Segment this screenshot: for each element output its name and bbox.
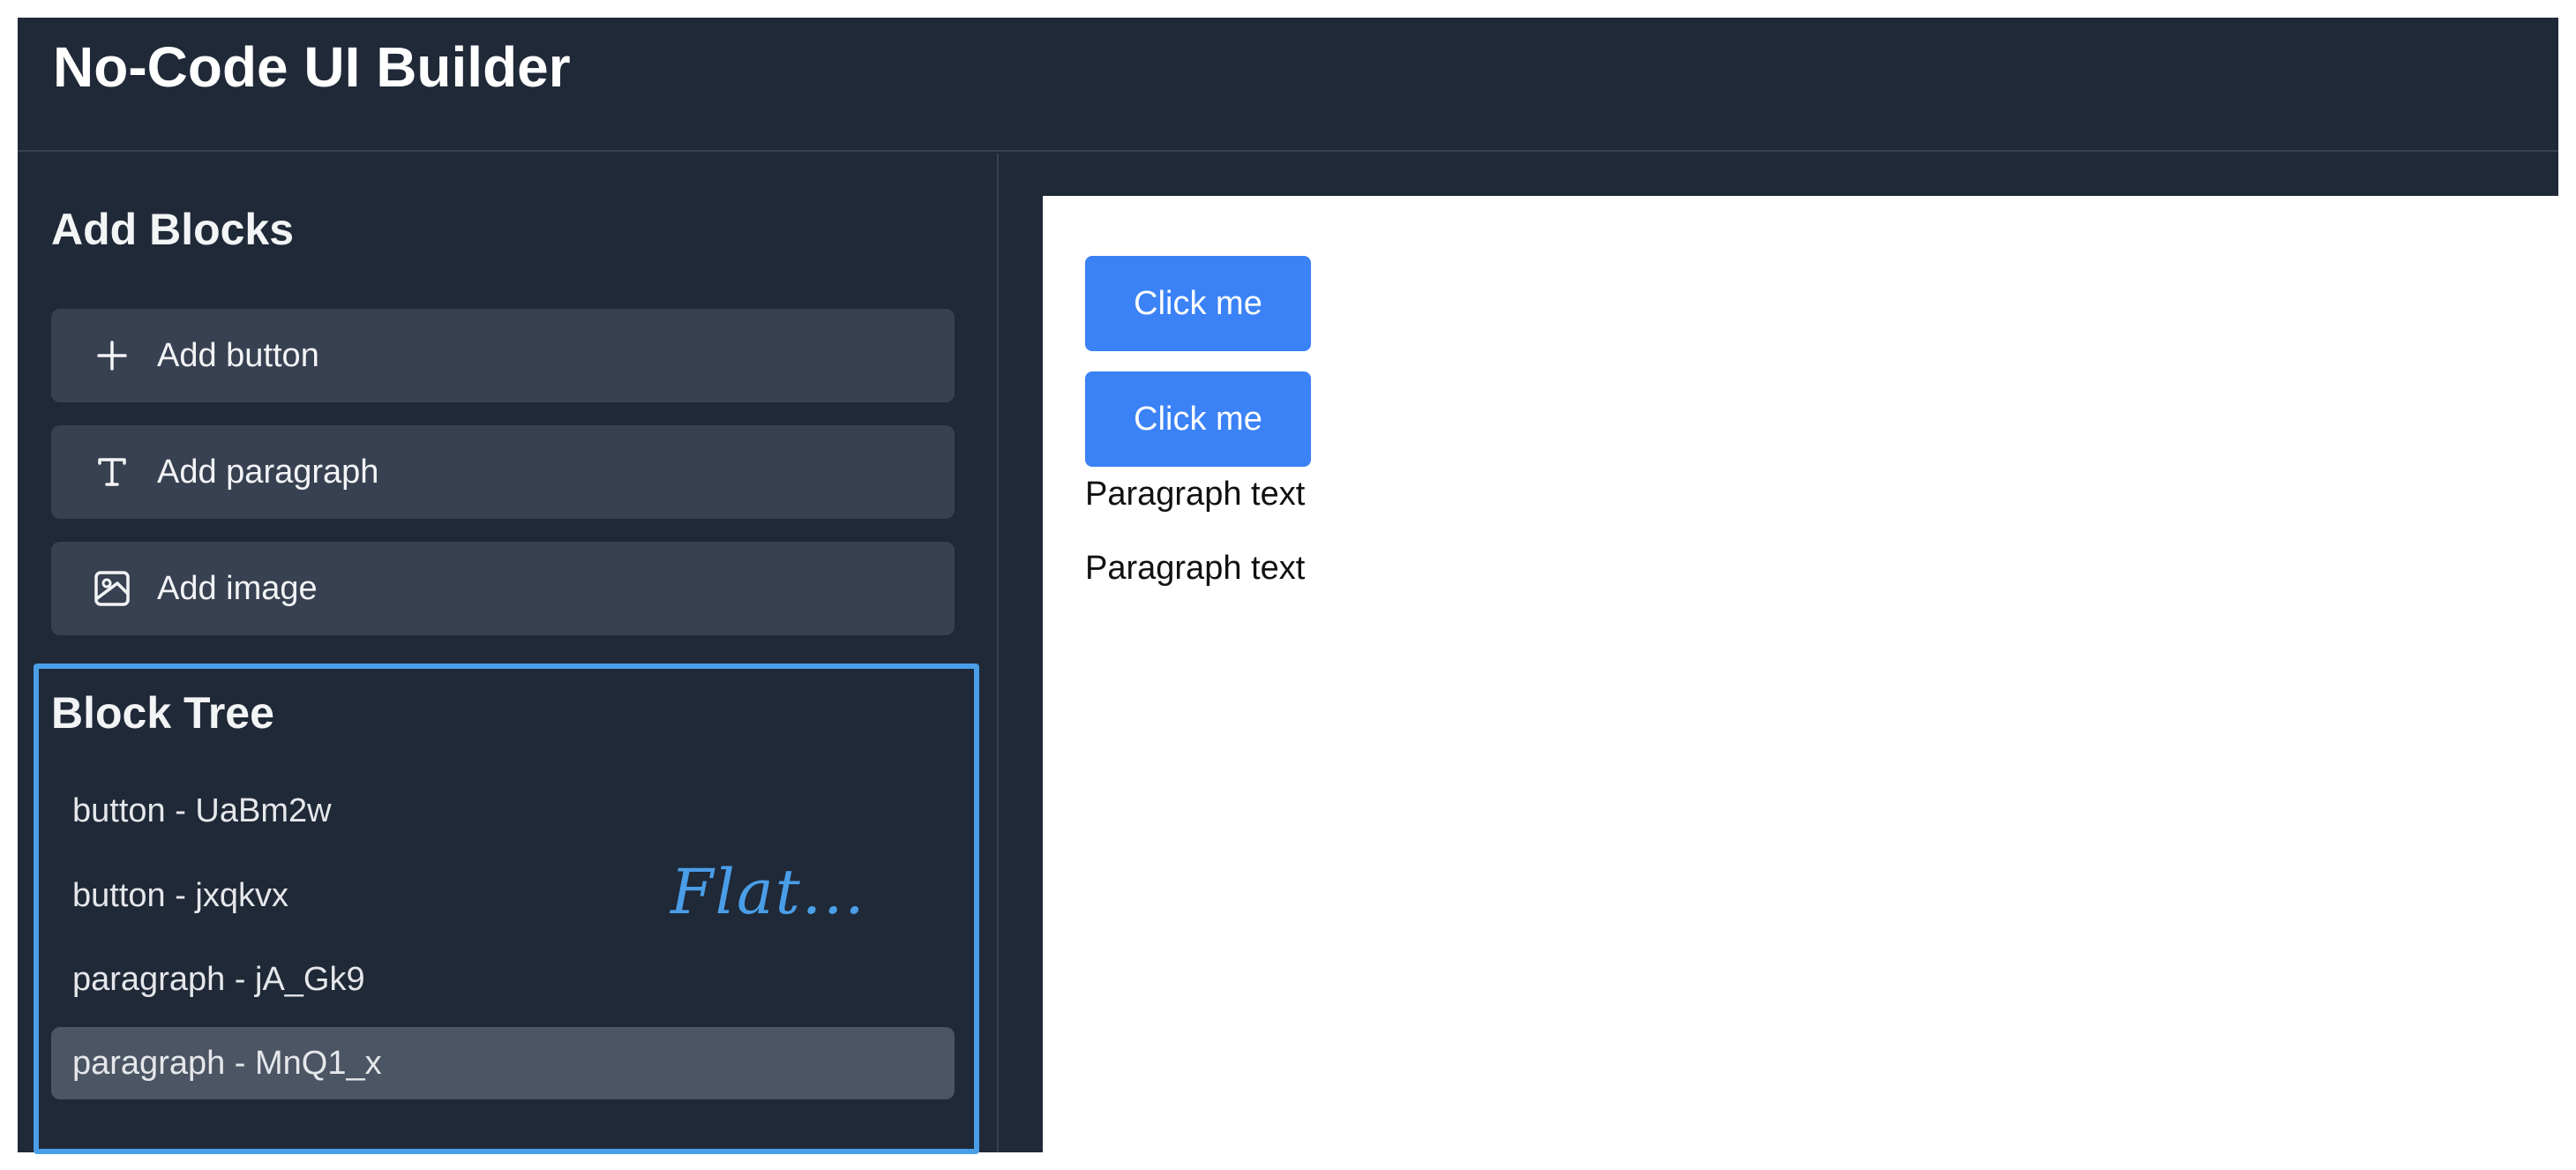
add-image-button[interactable]: Add image [51, 542, 955, 635]
plus-icon [92, 335, 132, 376]
add-blocks-heading: Add Blocks [51, 205, 295, 254]
block-tree-heading: Block Tree [51, 688, 274, 738]
tree-item-button-UaBm2w[interactable]: button - UaBm2w [51, 775, 955, 847]
add-image-label: Add image [157, 569, 318, 607]
canvas-paragraph[interactable]: Paragraph text [1085, 475, 1305, 515]
handwritten-annotation: Flat... [670, 856, 866, 928]
canvas-paragraph[interactable]: Paragraph text [1085, 549, 1305, 589]
add-button-button[interactable]: Add button [51, 309, 955, 402]
app-window: No-Code UI Builder Add Blocks Add button [18, 18, 2558, 1154]
canvas-button[interactable]: Click me [1085, 256, 1311, 351]
tree-item-paragraph-MnQ1_x[interactable]: paragraph - MnQ1_x [51, 1027, 955, 1099]
text-icon [92, 452, 132, 492]
add-button-label: Add button [157, 336, 319, 374]
add-paragraph-label: Add paragraph [157, 453, 379, 491]
canvas-button[interactable]: Click me [1085, 371, 1311, 467]
sidebar: Add Blocks Add button Add paragraph Add … [18, 154, 999, 1154]
app-title: No-Code UI Builder [53, 35, 571, 99]
add-paragraph-button[interactable]: Add paragraph [51, 425, 955, 519]
design-canvas[interactable]: Click me Click me Paragraph text Paragra… [1043, 196, 2558, 1152]
image-icon [92, 568, 132, 609]
tree-item-paragraph-jA_Gk9[interactable]: paragraph - jA_Gk9 [51, 943, 955, 1016]
app-header: No-Code UI Builder [18, 18, 2558, 152]
